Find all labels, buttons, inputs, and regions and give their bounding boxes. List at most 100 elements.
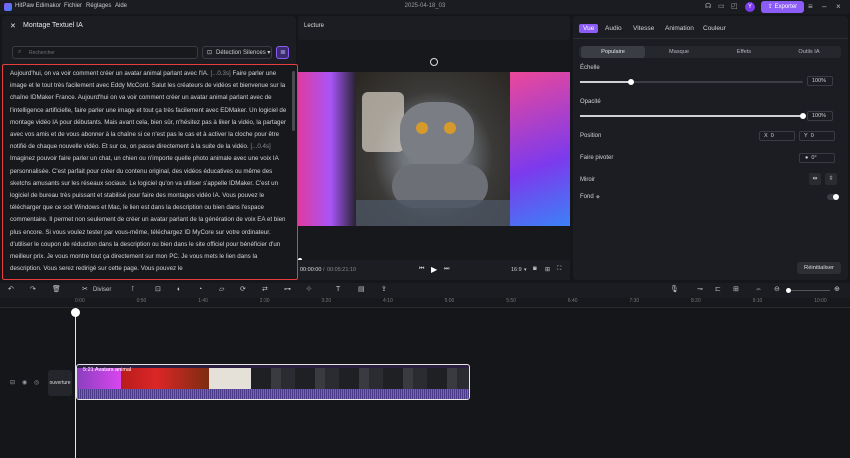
- rotate-field[interactable]: ● 0°: [799, 153, 835, 163]
- aspect-ratio-select[interactable]: 16:9: [511, 267, 522, 273]
- track-visibility-icon[interactable]: ◉: [22, 379, 27, 386]
- delete-icon[interactable]: 🗑: [52, 286, 61, 293]
- transcript-settings-button[interactable]: ≣: [276, 46, 289, 59]
- ruler-tick: 0:00: [75, 298, 85, 304]
- cat-eye-right: [444, 122, 456, 134]
- background-toggle[interactable]: [827, 194, 839, 200]
- rotate-tool-icon[interactable]: ⟳: [240, 286, 246, 293]
- clip-thumb: [251, 368, 469, 389]
- crop-icon[interactable]: ⊞: [545, 266, 550, 273]
- redo-icon[interactable]: ↷: [30, 286, 36, 293]
- pause-tag[interactable]: [...0.3s]: [210, 70, 230, 77]
- fit-icon[interactable]: ⇔: [755, 286, 762, 293]
- scale-slider[interactable]: [580, 79, 803, 85]
- track-mute-icon[interactable]: ◎: [34, 379, 39, 386]
- tab-vue[interactable]: Vue: [579, 24, 599, 33]
- playhead-handle[interactable]: [71, 308, 80, 317]
- rotate-handle-icon[interactable]: [430, 58, 438, 66]
- undo-icon[interactable]: ↶: [8, 286, 14, 293]
- export-button[interactable]: ⇪ Exporter: [761, 1, 804, 13]
- panel-title: Montage Textuel IA: [23, 22, 83, 29]
- video-canvas[interactable]: [298, 72, 570, 226]
- opacity-slider[interactable]: [580, 113, 806, 119]
- detect-silence-button[interactable]: ⊡ Détection Silences ▾: [202, 46, 272, 59]
- minimize-icon[interactable]: –: [822, 2, 826, 11]
- ruler-tick: 4:10: [383, 298, 393, 304]
- transform-icon[interactable]: ✥: [306, 286, 312, 293]
- play-icon[interactable]: ▶: [431, 265, 437, 274]
- fullscreen-icon[interactable]: ⛶: [557, 266, 561, 273]
- time-ruler[interactable]: 0:00 0:50 1:40 2:30 3:20 4:10 5:00 5:50 6:40 7:30…: [0, 298, 850, 308]
- ruler-tick: 2:30: [259, 298, 270, 304]
- playhead[interactable]: [75, 308, 76, 458]
- position-y-field[interactable]: Y 0: [799, 131, 835, 141]
- text-icon[interactable]: T: [336, 286, 340, 293]
- magnet-icon[interactable]: ⊏: [715, 286, 721, 293]
- clip-label: 5:21 Avatars animal: [83, 367, 132, 373]
- subtab-masque[interactable]: Masque: [647, 49, 711, 55]
- headset-icon[interactable]: ☊: [705, 3, 711, 10]
- pause-tag[interactable]: [...0.4s]: [250, 143, 270, 150]
- transcript-segment: Faire parler une image et le tout très f…: [10, 70, 287, 151]
- export-frame-icon[interactable]: ⇪: [381, 286, 387, 293]
- close-panel-icon[interactable]: ✕: [10, 22, 16, 30]
- pos-x-label: X: [764, 133, 768, 139]
- track-name[interactable]: ouverture: [48, 370, 72, 396]
- scale-slider-knob[interactable]: [628, 79, 634, 85]
- zoom-out-icon[interactable]: ⊖: [774, 286, 780, 293]
- ruler-tick: 7:30: [629, 298, 640, 304]
- position-x-field[interactable]: X 0: [759, 131, 795, 141]
- timeline[interactable]: ⊟ ◉ ◎ ouverture 5:21 Avatars animal: [0, 308, 850, 458]
- speed-icon[interactable]: ◔: [198, 286, 202, 293]
- adjust-icon[interactable]: ⊶: [284, 286, 291, 293]
- transcript-segment: Aujourd'hui, on va voir comment créer un…: [10, 70, 211, 77]
- chevron-down-icon: ▾: [267, 50, 271, 56]
- freeze-icon[interactable]: ◐: [177, 286, 181, 293]
- subtitle-icon[interactable]: ▤: [358, 286, 365, 293]
- ruler-tick: 10:00: [814, 298, 827, 304]
- time-total: 00:05:21:10: [327, 267, 357, 273]
- link-icon[interactable]: ⊸: [697, 286, 703, 293]
- monitor-icon[interactable]: ▭: [718, 3, 725, 10]
- next-frame-icon[interactable]: ⏭: [444, 266, 449, 273]
- zoom-knob[interactable]: [786, 288, 791, 293]
- video-clip[interactable]: 5:21 Avatars animal: [76, 364, 470, 400]
- close-window-icon[interactable]: ×: [836, 2, 841, 11]
- subtab-populaire[interactable]: Populaire: [581, 46, 645, 58]
- reverse-icon[interactable]: ⇄: [262, 286, 268, 293]
- mirror-tool-icon[interactable]: ▱: [219, 286, 224, 293]
- menu-more-icon[interactable]: ≡: [808, 2, 813, 11]
- split-icon[interactable]: ✂: [82, 286, 88, 293]
- marker-icon[interactable]: ⊺: [131, 286, 135, 293]
- snap-icon[interactable]: ⊞: [733, 286, 739, 293]
- mic-icon[interactable]: 🎙: [670, 286, 679, 293]
- track-lock-icon[interactable]: ⊟: [10, 379, 15, 386]
- edit-toolbar: ↶ ↷ 🗑 ✂ Diviser ⊺ ⊡ ◐ ◔ ▱ ⟳ ⇄ ⊶ ✥ T ▤ ⇪ …: [0, 283, 850, 298]
- tab-audio[interactable]: Audio: [605, 25, 622, 32]
- split-button[interactable]: Diviser: [93, 287, 111, 293]
- time-separator: /: [323, 267, 325, 273]
- tab-vitesse[interactable]: Vitesse: [633, 25, 654, 32]
- clip-thumb: [121, 368, 209, 389]
- transcript-text[interactable]: Aujourd'hui, on va voir comment créer un…: [2, 64, 298, 280]
- subtab-effets[interactable]: Effets: [712, 49, 776, 55]
- zoom-slider[interactable]: [788, 290, 830, 291]
- scrollbar[interactable]: [292, 71, 295, 131]
- subtab-outils-ia[interactable]: Outils IA: [777, 49, 841, 55]
- flip-horizontal-icon[interactable]: ⇹: [809, 173, 821, 185]
- avatar[interactable]: Y: [745, 2, 755, 12]
- opacity-value-field[interactable]: 100%: [807, 111, 833, 121]
- gift-icon[interactable]: ◰: [731, 3, 738, 10]
- tab-animation[interactable]: Animation: [665, 25, 694, 32]
- snapshot-icon[interactable]: ◙: [533, 266, 537, 272]
- reset-button[interactable]: Réinitialiser: [797, 262, 841, 274]
- prev-frame-icon[interactable]: ⏮: [419, 266, 424, 273]
- search-input[interactable]: ⌕ Rechercher: [12, 46, 198, 59]
- scale-value-field[interactable]: 100%: [807, 76, 833, 86]
- crop-tool-icon[interactable]: ⊡: [155, 286, 161, 293]
- opacity-slider-knob[interactable]: [800, 113, 806, 119]
- toggle-knob: [833, 194, 839, 200]
- zoom-in-icon[interactable]: ⊕: [834, 286, 840, 293]
- flip-vertical-icon[interactable]: ⇳: [825, 173, 837, 185]
- tab-couleur[interactable]: Couleur: [703, 25, 726, 32]
